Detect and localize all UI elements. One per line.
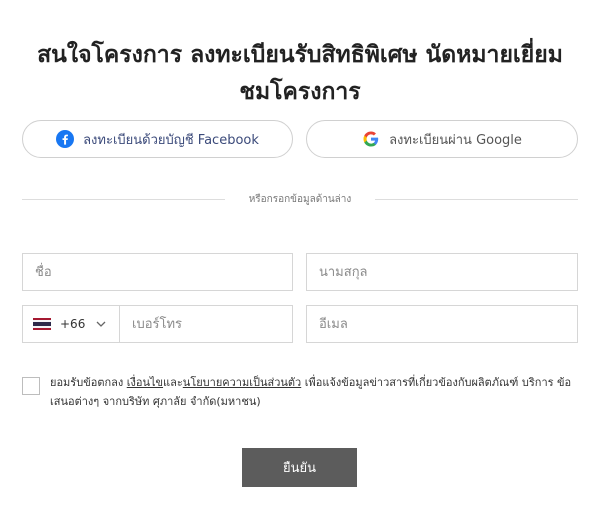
divider-text: หรือกรอกข้อมูลด้านล่าง [248, 194, 352, 205]
first-name-input[interactable] [22, 253, 293, 291]
email-input[interactable] [306, 305, 578, 343]
phone-input[interactable] [120, 305, 293, 343]
country-code-select[interactable]: +66 [22, 305, 120, 343]
submit-button[interactable]: ยืนยัน [242, 448, 357, 487]
country-code-value: +66 [60, 317, 86, 331]
google-icon [363, 131, 379, 147]
privacy-policy-link[interactable]: นโยบายความเป็นส่วนตัว [183, 376, 301, 389]
facebook-icon [56, 130, 75, 148]
page-title-line-2: ชมโครงการ [239, 79, 361, 106]
consent-checkbox[interactable] [22, 377, 40, 395]
google-button-label: ลงทะเบียนผ่าน Google [389, 132, 522, 148]
facebook-button-label: ลงทะเบียนด้วยบัญชี Facebook [83, 132, 259, 148]
chevron-down-icon [96, 321, 106, 327]
page-title: สนใจโครงการ ลงทะเบียนรับสิทธิพิเศษ นัดหม… [10, 37, 590, 111]
google-register-button[interactable]: ลงทะเบียนผ่าน Google [306, 120, 578, 158]
last-name-input[interactable] [306, 253, 578, 291]
facebook-register-button[interactable]: ลงทะเบียนด้วยบัญชี Facebook [22, 120, 293, 158]
consent-and: และ [163, 376, 183, 389]
terms-link[interactable]: เงื่อนไข [127, 376, 163, 389]
consent-text: ยอมรับข้อตกลง เงื่อนไขและนโยบายความเป็นส… [50, 373, 580, 411]
consent-prefix: ยอมรับข้อตกลง [50, 376, 127, 389]
thailand-flag-icon [33, 318, 51, 330]
page-title-line-1: สนใจโครงการ ลงทะเบียนรับสิทธิพิเศษ นัดหม… [37, 42, 563, 69]
